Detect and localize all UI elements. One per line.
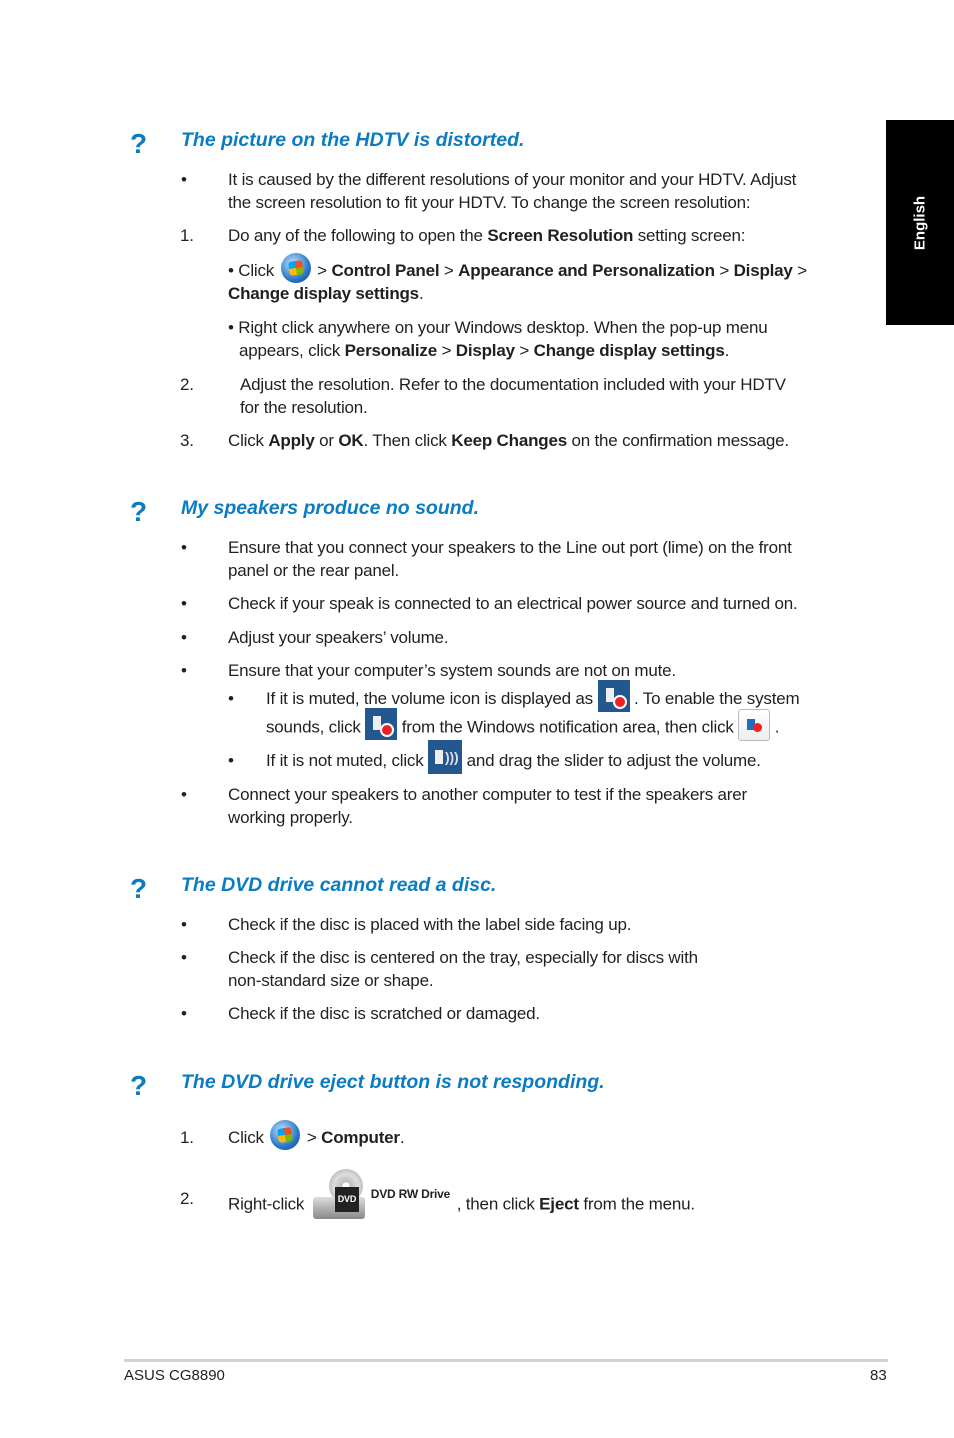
step-number: 2. [180, 375, 194, 394]
question-icon: ? [130, 873, 148, 904]
text: If it is muted, the volume icon is displ… [266, 679, 800, 712]
text: If it is not muted, click and drag the s… [266, 739, 761, 774]
step-number: 1. [180, 226, 194, 245]
bullet: • [228, 751, 234, 770]
page-number: 83 [870, 1367, 887, 1384]
step-number: 1. [180, 1128, 194, 1147]
muted-volume-icon[interactable] [365, 708, 398, 740]
text: Check if the disc is placed with the lab… [228, 915, 632, 934]
bullet: • [181, 594, 187, 613]
text: panel or the rear panel. [228, 561, 399, 580]
text: Check if the disc is scratched or damage… [228, 1004, 540, 1023]
step-number: 3. [180, 431, 194, 450]
section-heading: The DVD drive eject button is not respon… [181, 1071, 605, 1093]
step-text: Click Apply or OK. Then click Keep Chang… [228, 431, 789, 450]
text: the screen resolution to fit your HDTV. … [228, 193, 751, 212]
windows-start-icon[interactable] [270, 1119, 301, 1150]
language-tab: English [886, 120, 954, 325]
option-b-cont: appears, click Personalize > Display > C… [239, 341, 730, 360]
dvd-rw-drive-icon[interactable]: DVD DVD RW Drive [309, 1167, 457, 1223]
section-heading: The DVD drive cannot read a disc. [181, 874, 497, 896]
question-icon: ? [130, 496, 148, 527]
option-a-cont: Change display settings. [228, 284, 424, 303]
step-text: Do any of the following to open the Scre… [228, 226, 746, 245]
bullet: • [181, 170, 187, 189]
bullet: • [181, 661, 187, 680]
text: working properly. [228, 808, 353, 827]
step-text: Right-click DVD DVD RW Drive, then click … [228, 1169, 695, 1223]
windows-start-icon [280, 252, 311, 283]
option-a: • Click > Control Panel > Appearance and… [228, 252, 807, 283]
unmute-button-icon[interactable] [738, 709, 771, 741]
text: It is caused by the different resolution… [228, 170, 797, 189]
text: Ensure that you connect your speakers to… [228, 538, 792, 557]
text: Adjust your speakers’ volume. [228, 628, 449, 647]
step-text: Click > Computer. [228, 1119, 405, 1150]
text: Check if the disc is centered on the tra… [228, 948, 698, 967]
question-icon: ? [130, 1070, 148, 1101]
bullet: • [181, 948, 187, 967]
step-number: 2. [180, 1189, 194, 1208]
option-b: • Right click anywhere on your Windows d… [228, 318, 768, 337]
section-heading: My speakers produce no sound. [181, 497, 479, 519]
bullet: • [181, 538, 187, 557]
question-icon: ? [130, 128, 148, 159]
text: sounds, click from the Windows notificat… [266, 708, 779, 741]
step-text: for the resolution. [240, 398, 368, 417]
bullet: • [181, 628, 187, 647]
bullet: • [181, 915, 187, 934]
bullet: • [228, 689, 234, 708]
bullet: • [181, 785, 187, 804]
text: non-standard size or shape. [228, 971, 434, 990]
muted-volume-icon [597, 679, 630, 712]
section-heading: The picture on the HDTV is distorted. [181, 129, 525, 151]
footer-divider [124, 1359, 888, 1362]
step-text: Adjust the resolution. Refer to the docu… [240, 375, 786, 394]
footer-model: ASUS CG8890 [124, 1367, 225, 1384]
bullet: • [181, 1004, 187, 1023]
volume-icon[interactable] [428, 739, 463, 774]
text: Connect your speakers to another compute… [228, 785, 747, 804]
text: Check if your speak is connected to an e… [228, 594, 798, 613]
language-label: English [911, 195, 929, 250]
